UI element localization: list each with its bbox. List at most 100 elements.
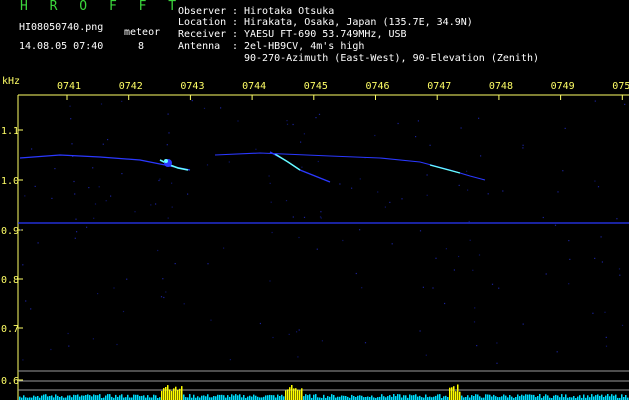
noise-dot xyxy=(422,286,424,288)
level-bar xyxy=(105,395,107,400)
noise-dot xyxy=(285,200,288,202)
noise-dot xyxy=(478,117,480,119)
freq-tick-label: 1.0 xyxy=(1,176,19,187)
noise-dot xyxy=(126,278,128,280)
noise-dot xyxy=(618,268,621,270)
noise-dot xyxy=(67,332,69,335)
level-bar xyxy=(43,394,45,400)
level-bar xyxy=(231,394,233,400)
noise-dot xyxy=(355,272,357,275)
level-bar xyxy=(255,395,257,400)
level-bar xyxy=(233,395,235,400)
noise-dot xyxy=(229,359,231,361)
level-bar xyxy=(175,386,177,400)
level-bar xyxy=(413,395,415,400)
noise-dot xyxy=(568,240,570,242)
noise-dot xyxy=(158,179,160,182)
level-bar xyxy=(127,394,129,400)
level-bar xyxy=(235,394,237,400)
level-bar xyxy=(345,396,347,400)
level-bar xyxy=(299,390,301,400)
noise-dot xyxy=(54,168,56,170)
noise-dot xyxy=(426,174,428,176)
noise-dot xyxy=(122,310,125,313)
level-bar xyxy=(237,395,239,400)
time-tick-label: 0749 xyxy=(551,81,575,92)
noise-dot xyxy=(160,296,163,298)
noise-dot xyxy=(597,186,600,188)
level-bar xyxy=(405,395,407,400)
noise-dot xyxy=(113,287,115,289)
level-bar xyxy=(371,395,373,400)
noise-dot xyxy=(522,323,524,325)
level-bar xyxy=(273,395,275,400)
level-bar xyxy=(557,395,559,400)
noise-dot xyxy=(73,180,75,183)
level-bar xyxy=(611,394,613,400)
noise-dot xyxy=(556,351,558,353)
level-bar xyxy=(367,396,369,400)
level-bar xyxy=(283,396,285,400)
noise-dot xyxy=(237,120,239,122)
time-tick-label: 0747 xyxy=(427,81,451,92)
noise-dot xyxy=(474,307,476,309)
noise-dot xyxy=(50,348,52,351)
level-bar xyxy=(491,396,493,400)
noise-dot xyxy=(298,329,300,331)
level-bar xyxy=(527,394,529,400)
level-bar xyxy=(305,394,307,400)
level-bar xyxy=(167,385,169,400)
noise-dot xyxy=(621,324,624,326)
noise-dot xyxy=(342,239,344,242)
level-bar xyxy=(249,395,251,400)
level-bar xyxy=(19,396,21,400)
noise-dot xyxy=(605,345,608,347)
level-bar xyxy=(543,396,545,400)
noise-dot xyxy=(107,139,109,141)
noise-dot xyxy=(159,178,161,180)
level-bar xyxy=(109,394,111,400)
level-bar xyxy=(393,394,395,400)
level-bar xyxy=(265,395,267,400)
noise-dot xyxy=(564,127,566,129)
time-tick-label: 0746 xyxy=(366,81,390,92)
echo-blob-1b xyxy=(164,159,168,163)
level-bar xyxy=(383,396,385,400)
level-bar xyxy=(285,390,287,400)
noise-dot xyxy=(271,231,273,234)
noise-dot xyxy=(562,170,564,172)
level-bar xyxy=(77,394,79,400)
noise-dot xyxy=(594,180,596,182)
level-bar xyxy=(215,396,217,400)
level-bar xyxy=(411,395,413,400)
level-bar xyxy=(243,395,245,400)
noise-dot xyxy=(480,155,482,157)
noise-dot xyxy=(223,247,225,249)
noise-dot xyxy=(292,216,294,218)
echo-trace-3 xyxy=(214,152,486,181)
noise-dot xyxy=(320,217,322,219)
level-bar xyxy=(87,394,89,400)
noise-dot xyxy=(569,258,571,260)
level-bar xyxy=(303,396,305,400)
noise-dot xyxy=(51,197,53,199)
level-bar xyxy=(485,394,487,400)
noise-dot xyxy=(75,218,77,220)
level-bar xyxy=(293,388,295,400)
level-bar xyxy=(539,394,541,400)
noise-dot xyxy=(210,319,212,321)
level-bar xyxy=(173,388,175,400)
noise-dot xyxy=(445,248,447,250)
noise-dot xyxy=(162,278,164,280)
level-bar xyxy=(593,396,595,400)
time-tick-label: 0748 xyxy=(489,81,513,92)
level-bar xyxy=(587,395,589,400)
level-bar xyxy=(203,395,205,400)
level-bar xyxy=(583,394,585,400)
level-bar xyxy=(613,395,615,400)
noise-dot xyxy=(255,148,257,150)
noise-dot xyxy=(30,308,32,310)
noise-dot xyxy=(69,105,71,107)
noise-dot xyxy=(34,185,36,187)
level-bar xyxy=(161,390,163,400)
